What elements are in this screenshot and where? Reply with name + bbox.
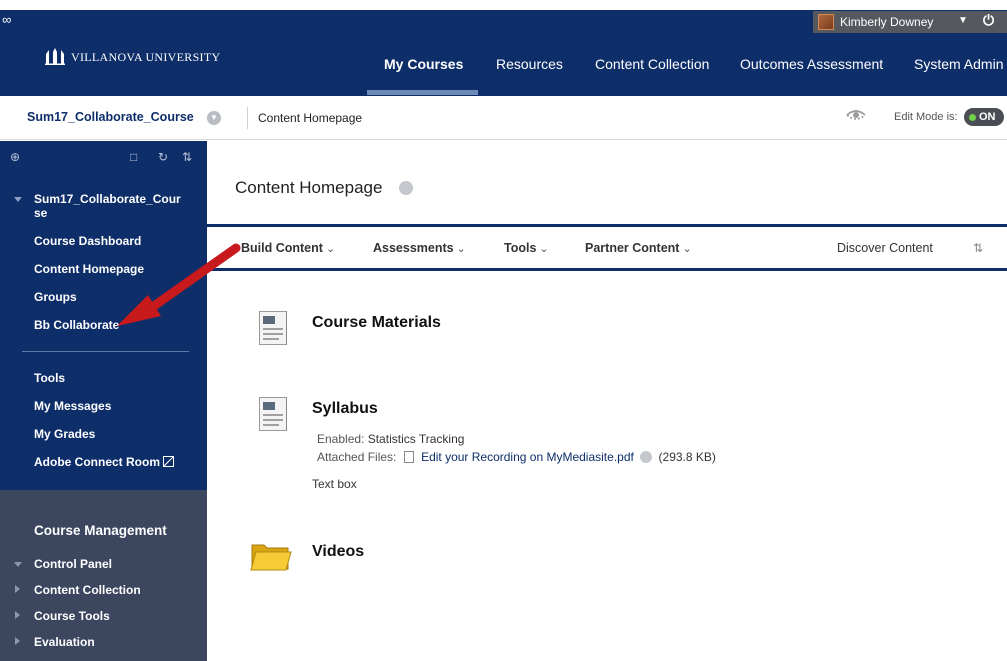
- chevron-down-icon: ⌄: [682, 243, 692, 255]
- user-avatar: [818, 14, 834, 30]
- attached-file-link[interactable]: Edit your Recording on MyMediasite.pdf: [421, 450, 634, 464]
- chevron-down-icon: ⌄: [539, 243, 549, 255]
- build-content-menu[interactable]: Build Content ⌄: [241, 241, 335, 255]
- control-panel-expand-icon[interactable]: [14, 562, 22, 567]
- active-tab-indicator: [367, 90, 478, 95]
- control-panel-evaluation[interactable]: Evaluation: [34, 635, 95, 649]
- partner-content-menu[interactable]: Partner Content ⌄: [585, 241, 692, 255]
- reorder-icon[interactable]: ⇅: [973, 241, 983, 255]
- control-panel-item[interactable]: Control Panel: [34, 557, 112, 571]
- course-title-link[interactable]: Sum17_Collaborate_Course: [27, 110, 194, 124]
- document-line: [263, 328, 283, 330]
- page-title: Content Homepage: [235, 178, 383, 197]
- chevron-down-icon: ⌄: [456, 243, 466, 255]
- expand-arrow-icon[interactable]: [15, 585, 20, 593]
- tools-menu[interactable]: Tools ⌄: [504, 241, 549, 255]
- document-line: [263, 424, 279, 426]
- page-title-menu-chevron-icon[interactable]: [399, 181, 413, 195]
- toggle-on-dot: [969, 113, 976, 121]
- folder-view-icon[interactable]: □: [130, 150, 137, 164]
- document-icon: [259, 311, 287, 345]
- sidebar-item-course-dashboard[interactable]: Course Dashboard: [34, 234, 141, 248]
- edit-mode-label: Edit Mode is:: [894, 111, 958, 123]
- course-management-title: Course Management: [34, 523, 167, 538]
- action-bar: Build Content ⌄ Assessments ⌄ Tools ⌄ Partn…: [207, 224, 1007, 271]
- tab-outcomes-assessment[interactable]: Outcomes Assessment: [740, 56, 883, 72]
- sidebar-item-content-homepage[interactable]: Content Homepage: [34, 262, 144, 276]
- sidebar-item-my-grades[interactable]: My Grades: [34, 427, 95, 441]
- course-name[interactable]: Sum17_Collaborate_Cour se: [34, 192, 194, 220]
- assessments-menu[interactable]: Assessments ⌄: [373, 241, 466, 255]
- tab-resources[interactable]: Resources: [496, 56, 563, 72]
- document-band: [263, 402, 275, 410]
- sidebar-item-my-messages[interactable]: My Messages: [34, 399, 111, 413]
- sidebar-divider: [22, 351, 189, 352]
- refresh-icon[interactable]: ↻: [158, 150, 168, 164]
- global-header: ∞ VILLANOVA UNIVERSITY Kimberly Downey ▼…: [0, 10, 1007, 96]
- user-menu[interactable]: Kimberly Downey ▼ ⏻: [813, 11, 1007, 33]
- adobe-connect-label: Adobe Connect Room: [34, 455, 160, 469]
- file-size: (293.8 KB): [658, 450, 716, 464]
- attached-files: Attached Files: Edit your Recording on M…: [317, 450, 716, 464]
- course-bar: Sum17_Collaborate_Course ▼ Content Homep…: [0, 96, 1007, 140]
- content-item-title[interactable]: Syllabus: [312, 400, 378, 418]
- sidebar-item-tools[interactable]: Tools: [34, 371, 65, 385]
- enabled-value: Statistics Tracking: [367, 432, 465, 446]
- top-strip: [0, 0, 1007, 10]
- reorder-icon[interactable]: ⇅: [182, 150, 192, 164]
- power-icon[interactable]: ⏻: [983, 12, 994, 29]
- tab-system-admin[interactable]: System Admin: [914, 56, 1003, 72]
- content-item-title[interactable]: Course Materials: [312, 314, 441, 332]
- edit-mode-value: ON: [979, 111, 996, 123]
- external-link-icon: [163, 456, 174, 467]
- discover-content-link[interactable]: Discover Content: [837, 241, 933, 255]
- item-text: Text box: [312, 477, 357, 491]
- expand-arrow-icon[interactable]: [15, 611, 20, 619]
- breadcrumb[interactable]: Content Homepage: [258, 111, 362, 125]
- tools-label: Tools: [504, 241, 537, 255]
- tab-my-courses[interactable]: My Courses: [384, 56, 463, 72]
- course-menu-sidebar: ⊕ □ ↻ ⇅ Sum17_Collaborate_Cour se Course…: [0, 141, 207, 661]
- attached-files-label: Attached Files:: [317, 450, 397, 464]
- link-icon[interactable]: ∞: [2, 12, 11, 27]
- content-area: Content Homepage Build Content ⌄ Assessme…: [207, 141, 1007, 661]
- folder-icon: [250, 544, 292, 571]
- add-menu-item-icon[interactable]: ⊕: [10, 150, 20, 164]
- university-crest-icon: [45, 48, 65, 65]
- file-icon: [403, 451, 414, 463]
- expand-arrow-icon[interactable]: [15, 637, 20, 645]
- sidebar-item-bb-collaborate[interactable]: Bb Collaborate: [34, 318, 119, 332]
- document-line: [263, 338, 279, 340]
- edit-mode-toggle[interactable]: ON: [964, 108, 1004, 126]
- course-menu-chevron-icon[interactable]: ▼: [207, 111, 221, 125]
- document-icon: [259, 397, 287, 431]
- tab-content-collection[interactable]: Content Collection: [595, 56, 709, 72]
- sidebar-item-adobe-connect-room[interactable]: Adobe Connect Room: [34, 455, 174, 469]
- student-preview-eye-icon[interactable]: [845, 107, 867, 123]
- partner-content-label: Partner Content: [585, 241, 680, 255]
- chevron-down-icon[interactable]: ▼: [958, 15, 968, 26]
- document-line: [263, 414, 283, 416]
- assessments-label: Assessments: [373, 241, 454, 255]
- chevron-down-icon: ⌄: [325, 243, 336, 255]
- build-content-label: Build Content: [241, 241, 323, 255]
- document-line: [263, 333, 283, 335]
- enabled-label: Enabled:: [317, 432, 365, 446]
- course-expand-icon[interactable]: [14, 197, 22, 202]
- control-panel-course-tools[interactable]: Course Tools: [34, 609, 110, 623]
- document-line: [263, 419, 283, 421]
- user-name: Kimberly Downey: [840, 15, 934, 29]
- content-item-title[interactable]: Videos: [312, 543, 364, 561]
- control-panel-content-collection[interactable]: Content Collection: [34, 583, 141, 597]
- breadcrumb-divider: [247, 107, 248, 129]
- course-management-panel: Course Management Control Panel Content …: [0, 490, 207, 661]
- university-logo[interactable]: VILLANOVA UNIVERSITY: [45, 48, 220, 65]
- item-enabled-info: Enabled: Statistics Tracking: [317, 432, 464, 446]
- sidebar-item-groups[interactable]: Groups: [34, 290, 77, 304]
- university-name: VILLANOVA UNIVERSITY: [71, 49, 221, 64]
- document-band: [263, 316, 275, 324]
- file-menu-chevron-icon[interactable]: [640, 451, 653, 463]
